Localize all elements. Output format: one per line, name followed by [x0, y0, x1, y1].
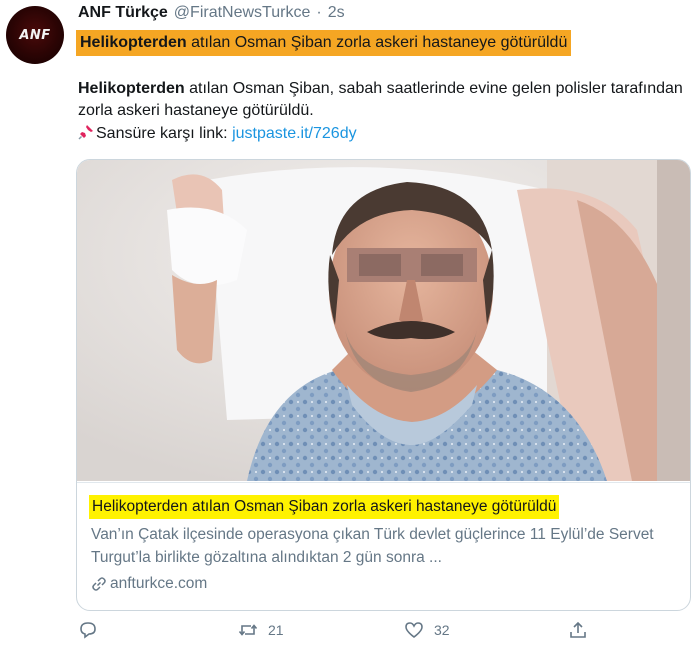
- heart-icon: [405, 622, 423, 639]
- headline-bold: Helikopterden: [80, 34, 187, 51]
- like-count: 32: [434, 622, 450, 638]
- card-domain-row: anfturkce.com: [91, 573, 207, 595]
- highlighted-headline: Helikopterden atılan Osman Şiban zorla a…: [76, 30, 572, 56]
- share-icon: [570, 621, 586, 638]
- card-title[interactable]: Helikopterden atılan Osman Şiban zorla a…: [89, 495, 560, 519]
- tweet[interactable]: ANF ANF Türkçe @FiratNewsTurkce · 2s Hel…: [0, 0, 700, 647]
- tweet-timestamp[interactable]: 2s: [328, 4, 345, 22]
- reply-icon: [80, 622, 96, 639]
- tweet-text: Helikopterden atılan Osman Şiban, sabah …: [78, 78, 688, 145]
- card-domain: anfturkce.com: [110, 575, 208, 592]
- retweet-icon: [238, 624, 258, 636]
- censor-label: Sansüre karşı link:: [96, 125, 233, 142]
- hospital-patient-photo: [77, 160, 690, 481]
- censor-link[interactable]: justpaste.it/726dy: [232, 125, 357, 142]
- headline-rest: atılan Osman Şiban zorla askeri hastaney…: [186, 34, 568, 51]
- reply-button[interactable]: [78, 620, 108, 640]
- avatar[interactable]: ANF: [6, 6, 64, 64]
- retweet-button[interactable]: 21: [238, 620, 284, 640]
- tweet-header: ANF Türkçe @FiratNewsTurkce · 2s: [78, 4, 345, 28]
- card-description: Van’ın Çatak ilçesinde operasyona çıkan …: [91, 526, 654, 566]
- like-button[interactable]: 32: [404, 620, 450, 640]
- body-bold: Helikopterden: [78, 80, 185, 97]
- tweet-actions: 21 32: [78, 620, 598, 644]
- share-button[interactable]: [568, 620, 588, 640]
- author-name[interactable]: ANF Türkçe: [78, 4, 168, 22]
- retweet-count: 21: [268, 622, 284, 638]
- avatar-logo-text: ANF: [19, 27, 51, 43]
- pushpin-icon: [78, 125, 93, 140]
- card-photo[interactable]: [77, 160, 690, 481]
- link-icon: [92, 577, 106, 591]
- author-handle[interactable]: @FiratNewsTurkce: [174, 4, 311, 22]
- link-preview-card[interactable]: Helikopterden atılan Osman Şiban zorla a…: [76, 159, 691, 611]
- card-text-area[interactable]: Helikopterden atılan Osman Şiban zorla a…: [77, 482, 690, 610]
- separator-dot: ·: [316, 4, 322, 21]
